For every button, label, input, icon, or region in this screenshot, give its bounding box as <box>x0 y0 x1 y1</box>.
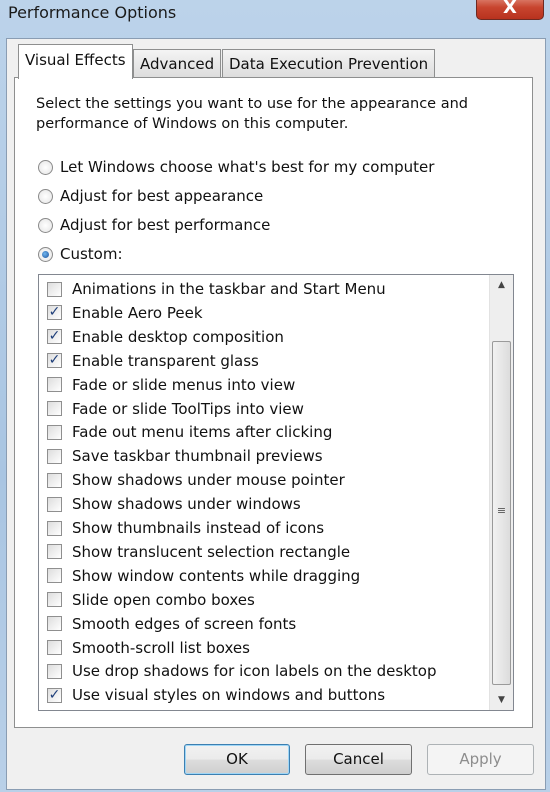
list-item[interactable]: Use drop shadows for icon labels on the … <box>47 660 436 682</box>
radio-option[interactable]: Let Windows choose what's best for my co… <box>38 158 434 176</box>
list-item[interactable]: Save taskbar thumbnail previews <box>47 445 323 467</box>
apply-button[interactable]: Apply <box>427 744 534 775</box>
cancel-button[interactable]: Cancel <box>305 744 412 775</box>
scrollbar-thumb[interactable]: ≡ <box>492 341 511 685</box>
list-item[interactable]: Fade or slide ToolTips into view <box>47 398 304 420</box>
scroll-down-arrow-icon[interactable]: ▼ <box>490 690 513 710</box>
checkbox[interactable]: ✓ <box>47 353 62 369</box>
list-item-label: Animations in the taskbar and Start Menu <box>72 280 386 298</box>
radio-label: Let Windows choose what's best for my co… <box>60 158 435 176</box>
list-item-label: Smooth edges of screen fonts <box>72 614 297 633</box>
list-item[interactable]: ✓ Enable transparent glass <box>47 350 259 372</box>
checkbox[interactable] <box>47 616 62 632</box>
radio-label: Adjust for best performance <box>60 216 271 234</box>
list-item-label: Smooth-scroll list boxes <box>72 638 250 657</box>
close-button[interactable]: X <box>476 0 544 20</box>
checkbox[interactable] <box>47 472 62 488</box>
list-item-label: Save taskbar thumbnail previews <box>72 447 323 466</box>
list-item[interactable]: Smooth-scroll list boxes <box>47 637 250 659</box>
checkbox[interactable] <box>47 448 62 464</box>
list-item-label: Slide open combo boxes <box>72 590 255 609</box>
checkbox[interactable] <box>47 592 62 608</box>
list-item-label: Show shadows under windows <box>72 495 301 514</box>
list-item[interactable]: Animations in the taskbar and Start Menu <box>47 278 386 300</box>
radio-option[interactable]: Adjust for best performance <box>38 216 270 234</box>
checkbox[interactable] <box>47 401 62 416</box>
radio-button-icon[interactable] <box>38 188 53 204</box>
scroll-up-arrow-icon[interactable]: ▲ <box>490 275 513 295</box>
tab-data-execution-prevention[interactable]: Data Execution Prevention <box>222 49 436 78</box>
list-item[interactable]: Show window contents while dragging <box>47 565 360 587</box>
list-item[interactable]: Show shadows under windows <box>47 493 301 515</box>
checkbox[interactable] <box>47 568 62 584</box>
checkbox[interactable] <box>47 424 62 440</box>
radio-option[interactable]: Adjust for best appearance <box>38 187 263 205</box>
checkbox[interactable] <box>47 377 62 393</box>
list-item-label: Enable desktop composition <box>72 327 284 346</box>
list-item-label: Use drop shadows for icon labels on the … <box>72 662 437 681</box>
window-title: Performance Options <box>8 3 177 22</box>
list-item-label: Fade out menu items after clicking <box>72 423 333 442</box>
radio-button-icon[interactable] <box>38 217 53 233</box>
radio-option[interactable]: Custom: <box>38 245 123 263</box>
tab-visual-effects[interactable]: Visual Effects <box>18 44 133 79</box>
checkbox[interactable] <box>47 520 62 536</box>
list-item-label: Show shadows under mouse pointer <box>72 471 345 490</box>
list-item[interactable]: ✓ Enable desktop composition <box>47 326 284 348</box>
list-item[interactable]: Fade out menu items after clicking <box>47 421 332 443</box>
list-item[interactable]: Show translucent selection rectangle <box>47 541 350 563</box>
list-item[interactable]: Show thumbnails instead of icons <box>47 517 324 539</box>
list-item[interactable]: ✓ Enable Aero Peek <box>47 302 203 324</box>
list-item-label: Enable Aero Peek <box>72 303 203 322</box>
list-item-label: Show window contents while dragging <box>72 566 361 585</box>
checkbox[interactable]: ✓ <box>47 329 62 345</box>
list-item[interactable]: Smooth edges of screen fonts <box>47 613 296 635</box>
checkbox[interactable] <box>47 544 62 560</box>
list-item[interactable]: Fade or slide menus into view <box>47 374 295 396</box>
list-item[interactable]: Show shadows under mouse pointer <box>47 469 345 491</box>
list-item-label: Show thumbnails instead of icons <box>72 519 325 537</box>
checkbox[interactable] <box>47 496 62 512</box>
list-item-label: Fade or slide ToolTips into view <box>72 399 304 418</box>
list-item[interactable]: Slide open combo boxes <box>47 589 255 611</box>
tab-advanced[interactable]: Advanced <box>133 49 222 78</box>
checkbox[interactable] <box>47 663 62 679</box>
list-item-label: Fade or slide menus into view <box>72 375 296 394</box>
radio-button-icon[interactable] <box>38 246 53 262</box>
radio-button-icon[interactable] <box>38 159 53 175</box>
list-item[interactable]: ✓ Use visual styles on windows and button… <box>47 684 385 706</box>
list-item-label: Show translucent selection rectangle <box>72 542 351 561</box>
checkbox[interactable]: ✓ <box>47 305 62 321</box>
list-item-label: Enable transparent glass <box>72 351 259 370</box>
scrollbar[interactable]: ▲ ≡ ▼ <box>489 275 513 710</box>
description: Select the settings you want to use for … <box>36 96 468 132</box>
checkbox[interactable]: ✓ <box>47 687 62 703</box>
list-item-label: Use visual styles on windows and buttons <box>72 686 386 705</box>
radio-label: Adjust for best appearance <box>60 187 264 205</box>
checkbox[interactable] <box>47 281 62 297</box>
radio-label: Custom: <box>60 245 123 263</box>
visual-effects-list: Animations in the taskbar and Start Menu… <box>38 274 514 711</box>
checkbox[interactable] <box>47 640 62 655</box>
ok-button[interactable]: OK <box>184 744 290 775</box>
